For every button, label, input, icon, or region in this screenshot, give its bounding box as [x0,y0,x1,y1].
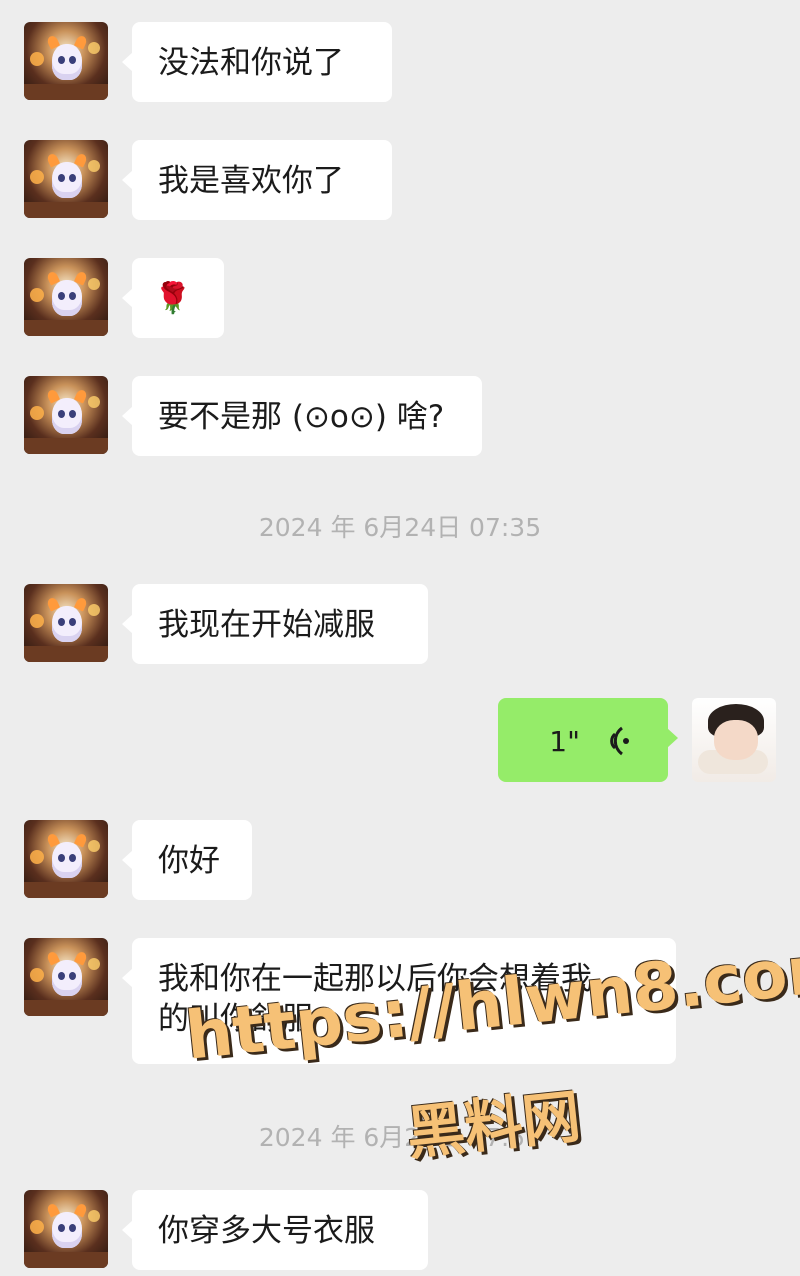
message-text-line: 的叫你舒服 [158,1001,313,1037]
contact-avatar[interactable] [24,938,108,1016]
message-text: 我是喜欢你了 [158,163,344,199]
rose-emoji: 🌹 [154,281,192,316]
contact-avatar[interactable] [24,584,108,662]
message-bubble[interactable]: 要不是那 (⊙o⊙) 啥? [122,376,482,456]
message-bubble[interactable]: 我和你在一起那以后你会想着我 的叫你舒服 [122,938,676,1064]
chat-window: 没法和你说了 我是喜欢你了 🌹 要不是那 (⊙o⊙) 啥? 2024 年 6月2… [0,0,800,1276]
contact-avatar[interactable] [24,1190,108,1268]
message-bubble[interactable]: 🌹 [122,258,224,338]
timestamp: 2024 年 6月24日 07:59 [258,1123,542,1152]
voice-wave-icon [610,726,629,756]
message-bubble[interactable]: 你穿多大号衣服 [122,1190,428,1270]
voice-message-bubble[interactable]: 1" [498,698,678,782]
message-text: 没法和你说了 [158,45,344,81]
contact-avatar[interactable] [24,22,108,100]
voice-duration: 1" [549,725,580,758]
timestamp: 2024 年 6月24日 07:35 [258,513,542,542]
message-bubble[interactable]: 没法和你说了 [122,22,392,102]
message-text: 你好 [158,843,220,879]
message-text: 要不是那 (⊙o⊙) 啥? [158,399,445,435]
message-bubble[interactable]: 我现在开始减服 [122,584,428,664]
contact-avatar[interactable] [24,376,108,454]
contact-avatar[interactable] [24,820,108,898]
message-text: 我现在开始减服 [158,607,375,643]
contact-avatar[interactable] [24,258,108,336]
message-bubble[interactable]: 我是喜欢你了 [122,140,392,220]
message-text-line: 我和你在一起那以后你会想着我 [158,961,592,997]
contact-avatar[interactable] [24,140,108,218]
message-text: 你穿多大号衣服 [158,1213,375,1249]
message-bubble[interactable]: 你好 [122,820,252,900]
user-avatar[interactable] [692,698,776,782]
